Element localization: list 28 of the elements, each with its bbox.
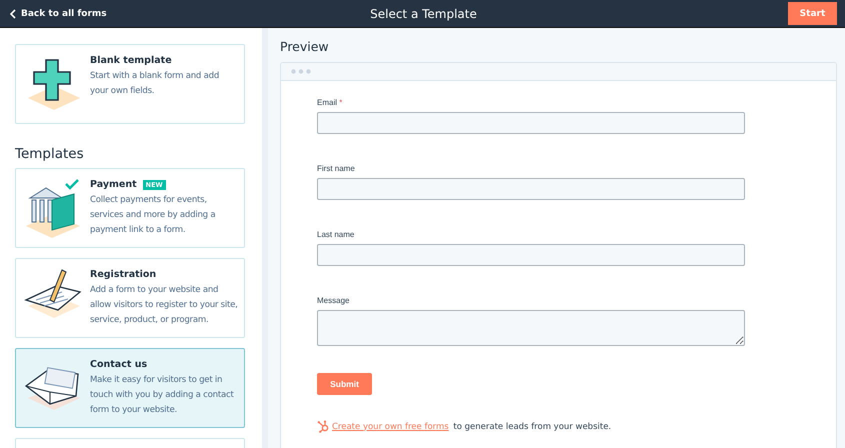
section-heading: Templates bbox=[15, 146, 85, 162]
back-link[interactable]: Back to all forms bbox=[10, 8, 170, 18]
card-description: Add a form to your website and allow visitors to register to your site, service, product, or program. bbox=[90, 284, 238, 327]
card-title: Registration bbox=[90, 269, 156, 280]
input-field[interactable] bbox=[317, 178, 745, 200]
message-field[interactable] bbox=[317, 310, 745, 346]
field-label: Email * bbox=[317, 98, 344, 107]
chevron-left-icon bbox=[10, 8, 16, 18]
input-field[interactable] bbox=[317, 112, 745, 134]
promo-text: to generate leads from your website. bbox=[452, 422, 612, 432]
sprocket-icon bbox=[317, 420, 330, 433]
page-title: Select a Template bbox=[370, 6, 477, 20]
card-description: Collect payments for events, services and more by adding a payment link to a form. bbox=[90, 194, 216, 237]
card-title: Payment bbox=[90, 179, 137, 190]
template-card[interactable]: Blank template Start with a blank form and add your own fields. bbox=[15, 44, 245, 124]
template-card[interactable]: Registration Add a form to your website and allow visitors to register to your site, service, product, or program. bbox=[15, 258, 245, 338]
back-link-text[interactable]: Back to all forms bbox=[21, 8, 107, 18]
card-description: Start with a blank form and add your own fields. bbox=[90, 70, 220, 98]
input-field[interactable] bbox=[317, 244, 745, 266]
field-label: Message bbox=[317, 296, 350, 305]
field-label: First name bbox=[317, 164, 356, 173]
card-title: Blank template bbox=[90, 55, 172, 66]
card-title: Contact us bbox=[90, 359, 148, 370]
card-description: Make it easy for visitors to get in touch with you by adding a contact form to your website. bbox=[90, 374, 235, 417]
template-card[interactable]: Contact us Make it easy for visitors to get in touch with you by adding a contact form to your website. bbox=[15, 348, 245, 428]
dots-icon bbox=[291, 69, 313, 74]
preview-heading: Preview bbox=[280, 39, 330, 54]
field-label: Last name bbox=[317, 230, 356, 239]
